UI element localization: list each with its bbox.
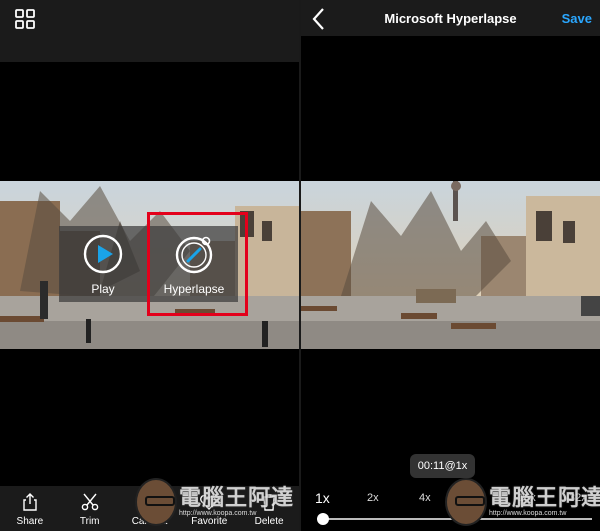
page-title: Microsoft Hyperlapse (384, 11, 517, 26)
save-button[interactable]: Save (562, 11, 592, 26)
share-button[interactable]: Share (0, 486, 60, 531)
speed-option-2x[interactable]: 2x (367, 492, 379, 504)
grid-icon[interactable] (14, 8, 36, 30)
top-bar (0, 0, 299, 62)
speed-option-1x[interactable]: 1x (315, 490, 330, 506)
watermark-logo: 電腦王阿達 http://www.koopa.com.tw (133, 474, 293, 531)
photo-viewer-panel: Play Hyperlapse Share Trim Favorite Dele… (0, 0, 299, 531)
video-preview[interactable] (301, 181, 600, 349)
play-label: Play (91, 282, 115, 296)
share-label: Share (16, 516, 44, 527)
trim-button[interactable]: Trim (60, 486, 120, 531)
share-icon (23, 493, 37, 511)
speed-option-4x[interactable]: 4x (419, 492, 431, 504)
watermark-logo: 電腦王阿達 http://www.koopa.com.tw (443, 474, 600, 531)
watermark-url: http://www.koopa.com.tw (179, 510, 257, 517)
watermark-text: 電腦王阿達 (179, 486, 295, 511)
hyperlapse-editor-panel: Microsoft Hyperlapse Save 00:11@1x 1x 2x… (301, 0, 600, 531)
trim-label: Trim (79, 516, 100, 527)
highlight-box (147, 212, 248, 316)
play-icon (83, 234, 123, 274)
speed-slider-thumb[interactable] (317, 513, 329, 525)
nav-bar: Microsoft Hyperlapse Save (301, 0, 600, 36)
watermark-url: http://www.koopa.com.tw (489, 510, 567, 517)
play-tile[interactable]: Play (59, 226, 147, 302)
watermark-text: 電腦王阿達 (489, 486, 600, 511)
mascot-face (135, 478, 177, 526)
scissors-icon (81, 493, 98, 511)
mascot-face (445, 478, 487, 526)
